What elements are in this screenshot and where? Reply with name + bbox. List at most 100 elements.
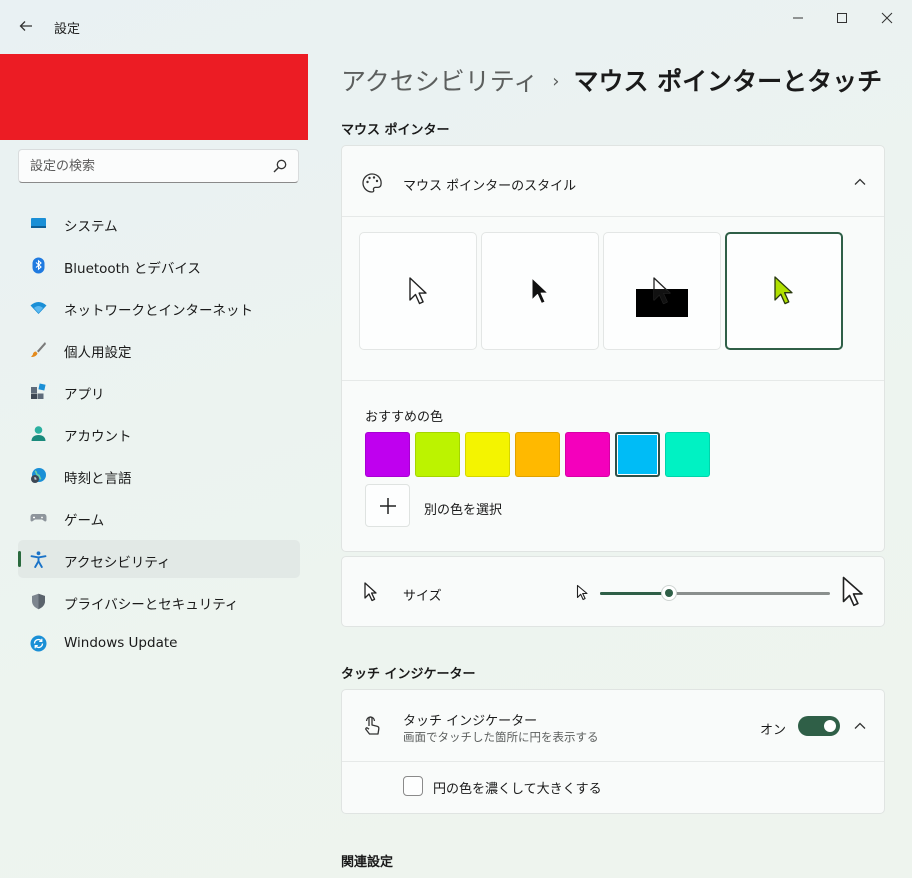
- privacy-shield-icon: [32, 593, 45, 610]
- color-swatch[interactable]: [565, 432, 610, 477]
- add-color-button[interactable]: [365, 484, 410, 527]
- chevron-up-icon[interactable]: [852, 718, 868, 734]
- sidebar-item-label: ネットワークとインターネット: [64, 303, 253, 319]
- close-button[interactable]: [875, 6, 899, 30]
- title-bar: 設定: [0, 0, 912, 54]
- size-label: サイズ: [403, 589, 442, 604]
- accessibility-icon: [30, 551, 47, 568]
- darker-circle-checkbox[interactable]: [403, 776, 423, 796]
- sidebar-item-label: システム: [64, 219, 118, 235]
- black-pointer-icon: [531, 277, 549, 304]
- color-swatch[interactable]: [515, 432, 560, 477]
- sidebar-nav: システム Bluetooth とデバイス ネットワークとインターネット 個人用設…: [18, 204, 300, 666]
- chevron-up-icon[interactable]: [852, 174, 868, 190]
- toggle-state-label: オン: [760, 723, 787, 738]
- minimize-button[interactable]: [786, 6, 810, 30]
- color-swatch[interactable]: [415, 432, 460, 477]
- minimize-icon: [793, 17, 803, 19]
- sidebar-item-personalization[interactable]: 個人用設定: [18, 330, 300, 368]
- sidebar-item-label: プライバシーとセキュリティ: [64, 597, 239, 613]
- large-pointer-icon: [842, 576, 863, 607]
- sidebar-item-label: アクセシビリティ: [64, 555, 171, 571]
- touch-indicator-section-title: タッチ インジケーター: [341, 667, 476, 682]
- windows-update-icon: [30, 635, 47, 652]
- pointer-style-white[interactable]: [359, 232, 477, 350]
- sidebar-item-label: アプリ: [64, 387, 105, 403]
- app-title: 設定: [54, 22, 81, 37]
- gaming-icon: [30, 514, 47, 522]
- sidebar-item-accounts[interactable]: アカウント: [18, 414, 300, 452]
- sidebar-item-time-language[interactable]: 時刻と言語: [18, 456, 300, 494]
- touch-indicator-card: タッチ インジケーター 画面でタッチした箇所に円を表示する オン 円の色を濃くし…: [341, 689, 885, 814]
- sidebar-item-label: Windows Update: [64, 635, 178, 651]
- sidebar-item-label: Bluetooth とデバイス: [64, 261, 201, 277]
- mouse-pointer-section-title: マウス ポインター: [341, 123, 450, 138]
- sidebar-item-gaming[interactable]: ゲーム: [18, 498, 300, 536]
- sidebar-item-windows-update[interactable]: Windows Update: [18, 624, 300, 662]
- pointer-size-card: サイズ: [341, 556, 885, 627]
- profile-redacted-area: [0, 54, 308, 140]
- breadcrumb-parent-link[interactable]: アクセシビリティ: [341, 67, 538, 96]
- sidebar-item-label: ゲーム: [64, 513, 105, 529]
- pointer-style-card: マウス ポインターのスタイル おすすめの色 別の色を選択: [341, 145, 885, 552]
- sidebar-item-label: アカウント: [64, 429, 132, 445]
- inverted-pointer-icon: [653, 277, 671, 305]
- system-icon: [31, 218, 46, 228]
- related-settings-title: 関連設定: [341, 855, 394, 870]
- recommended-colors-label: おすすめの色: [365, 410, 444, 425]
- palette-icon: [362, 173, 382, 193]
- pointer-style-custom[interactable]: [725, 232, 843, 350]
- active-indicator: [18, 551, 21, 567]
- sidebar-item-bluetooth[interactable]: Bluetooth とデバイス: [18, 246, 300, 284]
- pointer-style-header[interactable]: マウス ポインターのスタイル: [342, 146, 884, 216]
- color-swatch[interactable]: [615, 432, 660, 477]
- pointer-size-slider[interactable]: [600, 585, 830, 601]
- color-swatch[interactable]: [465, 432, 510, 477]
- back-button[interactable]: [14, 14, 38, 38]
- white-pointer-icon: [409, 277, 427, 305]
- breadcrumb-separator: ›: [552, 71, 560, 92]
- pointer-style-title: マウス ポインターのスタイル: [403, 179, 577, 194]
- divider: [342, 380, 884, 381]
- maximize-button[interactable]: [830, 6, 854, 30]
- touch-indicator-title: タッチ インジケーター: [403, 714, 538, 729]
- account-icon: [31, 426, 46, 441]
- sidebar-item-system[interactable]: システム: [18, 204, 300, 242]
- bluetooth-icon: [32, 257, 45, 274]
- color-swatch[interactable]: [365, 432, 410, 477]
- touch-indicator-header[interactable]: タッチ インジケーター 画面でタッチした箇所に円を表示する オン: [342, 690, 884, 761]
- slider-thumb[interactable]: [661, 585, 677, 601]
- sidebar-item-label: 時刻と言語: [64, 471, 132, 487]
- search-icon[interactable]: [272, 158, 288, 174]
- small-pointer-icon: [576, 584, 588, 601]
- search-box[interactable]: [18, 149, 299, 183]
- plus-icon: [379, 497, 396, 514]
- sidebar-item-accessibility[interactable]: アクセシビリティ: [18, 540, 300, 578]
- search-input[interactable]: [19, 150, 259, 182]
- apps-icon: [31, 383, 46, 399]
- breadcrumb: アクセシビリティ › マウス ポインターとタッチ: [341, 62, 882, 98]
- divider: [342, 216, 884, 217]
- darker-circle-label: 円の色を濃くして大きくする: [433, 782, 602, 797]
- add-color-label: 別の色を選択: [424, 503, 503, 518]
- sidebar-item-network[interactable]: ネットワークとインターネット: [18, 288, 300, 326]
- sidebar-item-label: 個人用設定: [64, 345, 132, 361]
- page-title: マウス ポインターとタッチ: [573, 67, 883, 96]
- custom-color-pointer-icon: [774, 276, 793, 305]
- pointer-style-black[interactable]: [481, 232, 599, 350]
- personalization-brush-icon: [31, 342, 46, 357]
- network-icon: [30, 302, 47, 314]
- sidebar-item-privacy[interactable]: プライバシーとセキュリティ: [18, 582, 300, 620]
- maximize-icon: [837, 13, 847, 23]
- color-swatch[interactable]: [665, 432, 710, 477]
- pointer-style-inverted[interactable]: [603, 232, 721, 350]
- pointer-size-icon: [364, 582, 377, 602]
- sidebar-item-apps[interactable]: アプリ: [18, 372, 300, 410]
- touch-indicator-description: 画面でタッチした箇所に円を表示する: [403, 730, 599, 744]
- close-icon: [881, 12, 893, 24]
- touch-hand-icon: [365, 716, 380, 735]
- divider: [342, 761, 884, 762]
- back-arrow-icon: [19, 21, 32, 31]
- slider-fill: [600, 592, 669, 595]
- touch-indicator-toggle[interactable]: [798, 716, 840, 736]
